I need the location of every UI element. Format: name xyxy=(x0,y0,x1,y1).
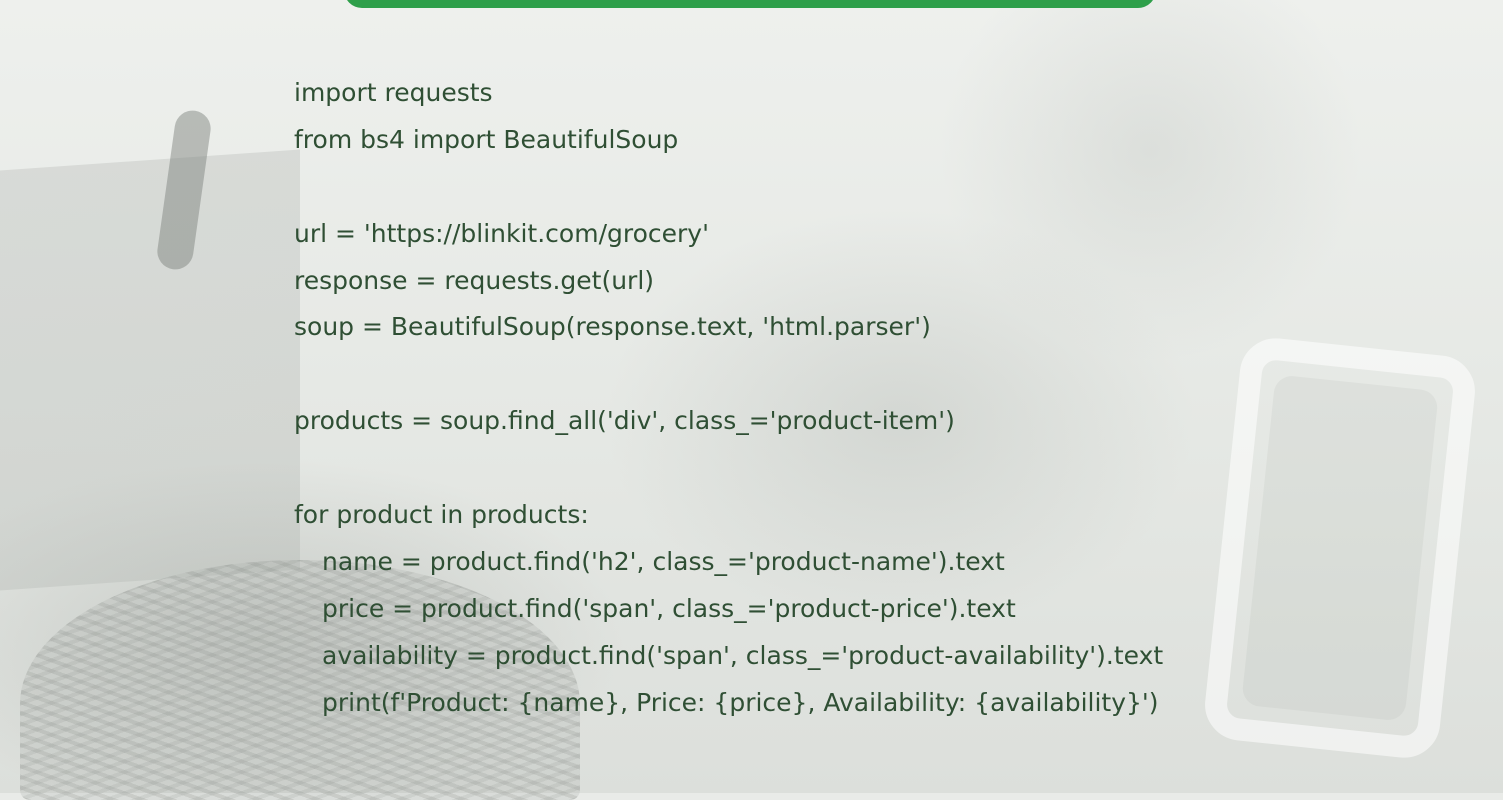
code-line: soup = BeautifulSoup(response.text, 'htm… xyxy=(294,312,931,342)
code-line: name = product.find('h2', class_='produc… xyxy=(322,546,1005,576)
code-line: price = product.find('span', class_='pro… xyxy=(322,593,1016,623)
code-line: for product in products: xyxy=(294,500,589,530)
code-block: import requests from bs4 import Beautifu… xyxy=(294,70,1163,726)
code-line: url = 'https://blinkit.com/grocery' xyxy=(294,218,709,248)
top-banner xyxy=(344,0,1156,8)
shopping-bag-image xyxy=(0,149,300,591)
code-line: response = requests.get(url) xyxy=(294,265,655,295)
code-line: products = soup.find_all('div', class_='… xyxy=(294,406,955,436)
code-line: print(f'Product: {name}, Price: {price},… xyxy=(322,687,1159,717)
code-line: availability = product.find('span', clas… xyxy=(322,640,1164,670)
phone-screen xyxy=(1241,374,1439,722)
code-line: from bs4 import BeautifulSoup xyxy=(294,124,679,154)
code-line: import requests xyxy=(294,78,493,107)
phone-frame-icon xyxy=(1201,334,1479,762)
